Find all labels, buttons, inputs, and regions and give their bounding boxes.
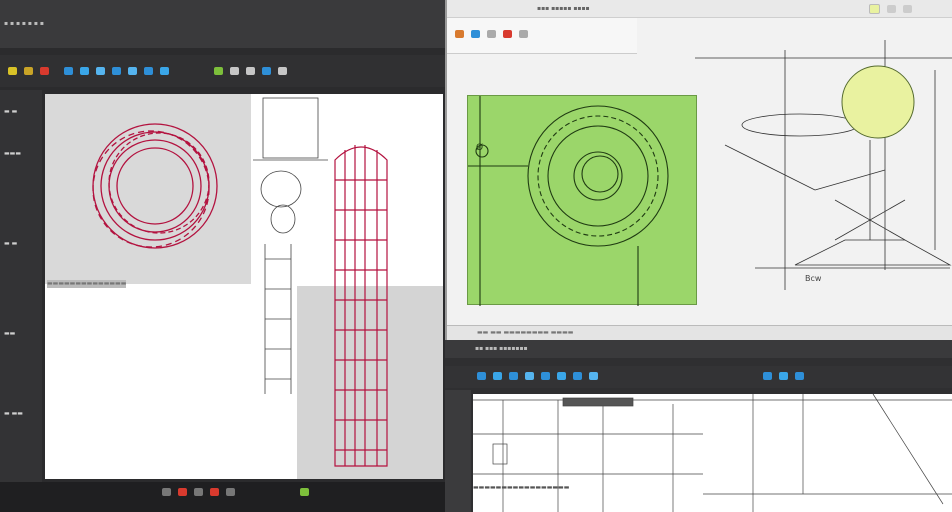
left-taskbar[interactable] xyxy=(0,482,445,512)
task-btn-5[interactable] xyxy=(226,488,235,496)
right-top-app-window: ▪▪▪ ▪▪▪▪▪ ▪▪▪▪ Ø Bcw ▬▬ ▬▬ ▬▬▬▬▬▬▬▬ ▬▬▬▬ xyxy=(445,0,952,340)
rb-btn-6[interactable] xyxy=(557,372,566,380)
task-btn-1[interactable] xyxy=(162,488,171,496)
right-bottom-toolbar[interactable] xyxy=(445,366,952,388)
toolbar-btn-10[interactable] xyxy=(160,67,169,75)
green-ring-sketch xyxy=(468,96,669,306)
sidebar-line-2: ▬▬▬ xyxy=(4,150,22,157)
rb-btn-1[interactable] xyxy=(477,372,486,380)
toolbar-btn-9[interactable] xyxy=(144,67,153,75)
toolbar-btn-6[interactable] xyxy=(96,67,105,75)
rb-btn-4[interactable] xyxy=(525,372,534,380)
toolbar-btn-12[interactable] xyxy=(230,67,239,75)
bottom-technical-drawing xyxy=(473,393,952,512)
toolbar-btn-14[interactable] xyxy=(262,67,271,75)
red-tower-sketch xyxy=(334,145,388,467)
rb-btn-7[interactable] xyxy=(573,372,582,380)
rb-btn-11[interactable] xyxy=(795,372,804,380)
left-app-window: ▪ ▪ ▪ ▪ ▪ ▪ ▪ ▬ ▬ ▬▬▬ ▬ ▬ ▬▬ ▬ ▬▬ ▬▬▬▬▬▬… xyxy=(0,0,445,512)
right-bottom-app-window: ▪▪ ▪▪▪ ▪▪▪▪▪▪▪ ▬▬▬▬▬▬▬▬▬▬▬▬▬▬▬▬▬ xyxy=(445,340,952,512)
left-menu-text: ▪ ▪ ▪ ▪ ▪ ▪ ▪ xyxy=(4,20,44,27)
left-menu-bar[interactable]: ▪ ▪ ▪ ▪ ▪ ▪ ▪ xyxy=(0,0,445,48)
toolbar-btn-1[interactable] xyxy=(8,67,17,75)
toolbar-btn-15[interactable] xyxy=(278,67,287,75)
rt-btn-2[interactable] xyxy=(471,30,480,38)
top-btn-c[interactable] xyxy=(903,5,912,13)
right-top-toolbar[interactable] xyxy=(447,18,637,54)
toolbar-btn-7[interactable] xyxy=(112,67,121,75)
yellow-sphere xyxy=(841,65,915,139)
rb-btn-8[interactable] xyxy=(589,372,598,380)
left-toolbar[interactable] xyxy=(0,55,445,87)
rb-btn-3[interactable] xyxy=(509,372,518,380)
right-bottom-title-text: ▪▪ ▪▪▪ ▪▪▪▪▪▪▪ xyxy=(475,345,528,352)
left-sidebar-panel[interactable]: ▬ ▬ ▬▬▬ ▬ ▬ ▬▬ ▬ ▬▬ xyxy=(0,90,42,490)
task-btn-3[interactable] xyxy=(194,488,203,496)
right-top-window-text: ▪▪▪ ▪▪▪▪▪ ▪▪▪▪ xyxy=(537,5,590,12)
toolbar-btn-2[interactable] xyxy=(24,67,33,75)
rt-btn-5[interactable] xyxy=(519,30,528,38)
sidebar-line-4: ▬▬ xyxy=(4,330,16,337)
right-bottom-canvas[interactable]: ▬▬▬▬▬▬▬▬▬▬▬▬▬▬▬▬▬ xyxy=(473,393,952,512)
sketch-label-2: Bcw xyxy=(805,274,822,283)
top-btn-a[interactable] xyxy=(869,4,880,14)
sketch-label: Ø xyxy=(476,143,484,153)
right-top-statusbar: ▬▬ ▬▬ ▬▬▬▬▬▬▬▬ ▬▬▬▬ xyxy=(447,325,952,340)
ladder-sketch xyxy=(253,97,328,394)
task-btn-6[interactable] xyxy=(300,488,309,496)
right-technical-drawing xyxy=(695,40,952,290)
toolbar-btn-3[interactable] xyxy=(40,67,49,75)
red-ring-sketch xyxy=(92,123,218,249)
rb-btn-5[interactable] xyxy=(541,372,550,380)
left-drawing-canvas[interactable]: ▬▬▬▬▬▬▬▬▬▬▬▬▬▬ xyxy=(45,94,443,479)
sidebar-line-3: ▬ ▬ xyxy=(4,240,18,247)
right-top-status-text: ▬▬ ▬▬ ▬▬▬▬▬▬▬▬ ▬▬▬▬ xyxy=(477,329,574,336)
top-btn-b[interactable] xyxy=(887,5,896,13)
right-bottom-sidebar[interactable] xyxy=(445,390,471,512)
task-btn-2[interactable] xyxy=(178,488,187,496)
toolbar-btn-13[interactable] xyxy=(246,67,255,75)
rb-btn-9[interactable] xyxy=(763,372,772,380)
right-bottom-caption: ▬▬▬▬▬▬▬▬▬▬▬▬▬▬▬▬▬ xyxy=(473,484,570,491)
task-btn-4[interactable] xyxy=(210,488,219,496)
toolbar-btn-5[interactable] xyxy=(80,67,89,75)
sidebar-line-1: ▬ ▬ xyxy=(4,108,18,115)
green-drawing-canvas[interactable]: Ø xyxy=(467,95,697,306)
rb-btn-2[interactable] xyxy=(493,372,502,380)
rt-btn-1[interactable] xyxy=(455,30,464,38)
sidebar-line-5: ▬ ▬▬ xyxy=(4,410,23,417)
rt-btn-4[interactable] xyxy=(503,30,512,38)
rb-btn-10[interactable] xyxy=(779,372,788,380)
toolbar-btn-4[interactable] xyxy=(64,67,73,75)
toolbar-btn-11[interactable] xyxy=(214,67,223,75)
right-top-titlebar[interactable]: ▪▪▪ ▪▪▪▪▪ ▪▪▪▪ xyxy=(447,0,952,18)
rt-btn-3[interactable] xyxy=(487,30,496,38)
toolbar-btn-8[interactable] xyxy=(128,67,137,75)
right-bottom-titlebar[interactable]: ▪▪ ▪▪▪ ▪▪▪▪▪▪▪ xyxy=(445,340,952,358)
